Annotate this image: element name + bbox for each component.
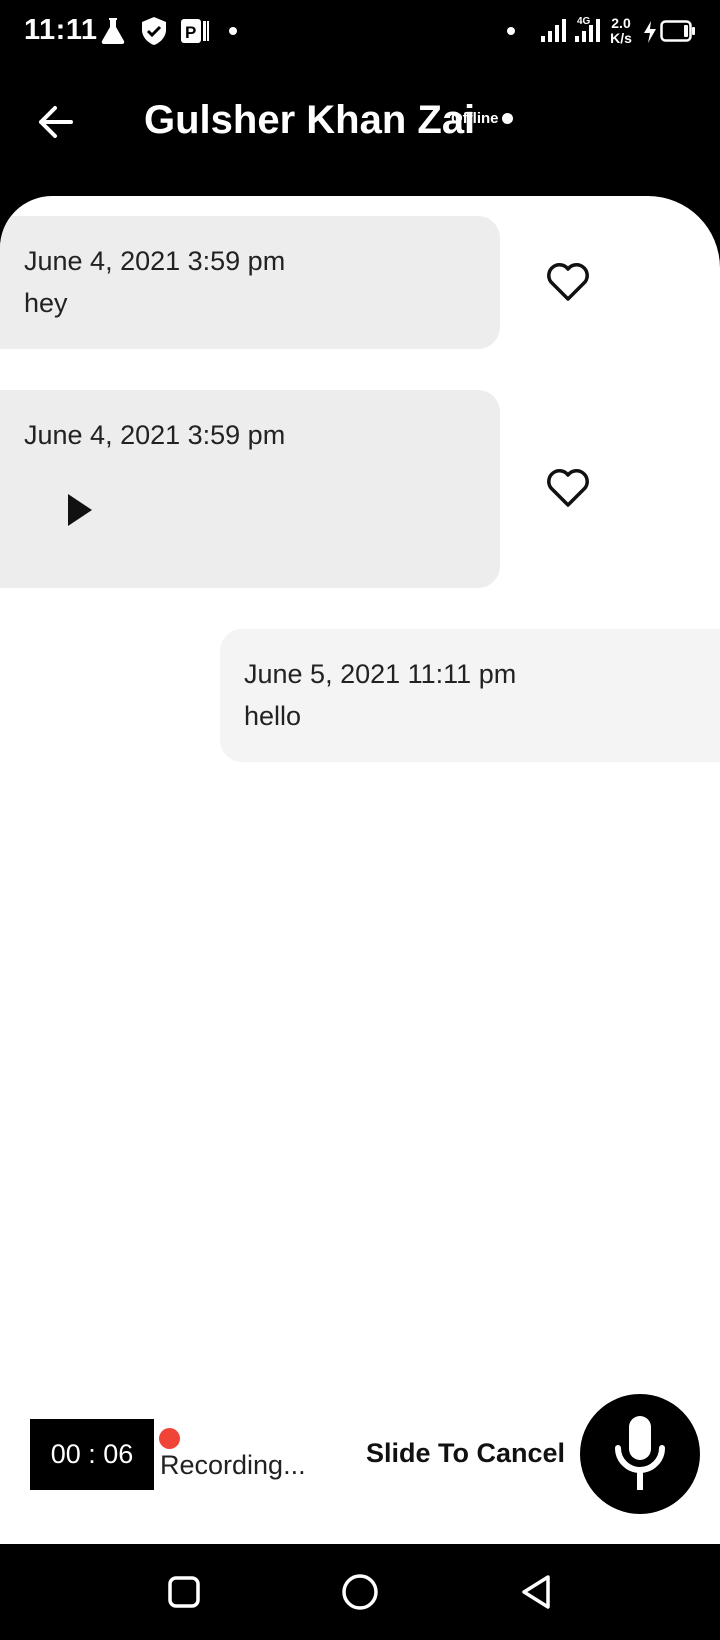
shield-icon [142,17,166,45]
message-bubble-incoming[interactable]: June 4, 2021 3:59 pm hey [0,216,500,349]
slide-to-cancel-hint[interactable]: Slide To Cancel [366,1438,565,1469]
home-button[interactable] [334,1566,386,1618]
chat-screen: 11:11 P 4G 2.0 K/s Gulsher Khan Zai Offl… [0,0,720,1640]
dot-icon [507,27,515,35]
back-button[interactable] [30,96,82,148]
circle-icon [342,1574,378,1610]
battery-icon [660,20,695,42]
message-text: hey [24,288,68,318]
signal-4g-icon: 4G [575,16,600,42]
presence-status: Offline [451,110,513,127]
navigation-bar [0,1544,720,1640]
recording-status: Recording... [160,1450,306,1480]
recording-timer: 00 : 06 [30,1419,154,1490]
square-icon [168,1576,200,1608]
message-timestamp: June 4, 2021 3:59 pm [24,246,286,276]
parking-icon: P [181,19,209,43]
status-bar: 11:11 P 4G 2.0 K/s [0,0,720,66]
voice-message-bubble[interactable]: June 4, 2021 3:59 pm [0,390,500,588]
message-text: hello [244,701,302,731]
recording-indicator-dot [159,1428,180,1449]
message-list[interactable]: June 4, 2021 3:59 pm hey June 4, 2021 3:… [0,196,720,1544]
message-timestamp: June 5, 2021 11:11 pm [244,659,517,689]
charging-icon [644,21,656,43]
like-button[interactable] [542,256,594,308]
message-bubble-outgoing[interactable]: June 5, 2021 11:11 pm hello [220,629,720,762]
heart-icon [547,263,589,301]
recents-button[interactable] [158,1566,210,1618]
network-speed: 2.0 K/s [610,15,632,46]
triangle-back-icon [522,1575,550,1609]
svg-text:4G: 4G [577,16,591,27]
message-timestamp: June 4, 2021 3:59 pm [24,420,286,450]
contact-name[interactable]: Gulsher Khan Zai [144,98,475,143]
play-icon[interactable] [60,490,100,530]
arrow-left-icon [39,106,73,138]
signal-icon [541,19,566,42]
mic-record-button[interactable] [580,1394,700,1514]
status-time: 11:11 [24,14,98,46]
flask-icon [101,18,125,45]
presence-dot [501,113,513,124]
heart-icon [547,469,589,507]
dot-icon [229,27,237,35]
back-nav-button[interactable] [510,1566,562,1618]
microphone-icon [615,1416,665,1490]
svg-text:P: P [185,23,196,42]
like-button[interactable] [542,462,594,514]
app-bar: Gulsher Khan Zai Offline [0,66,720,196]
